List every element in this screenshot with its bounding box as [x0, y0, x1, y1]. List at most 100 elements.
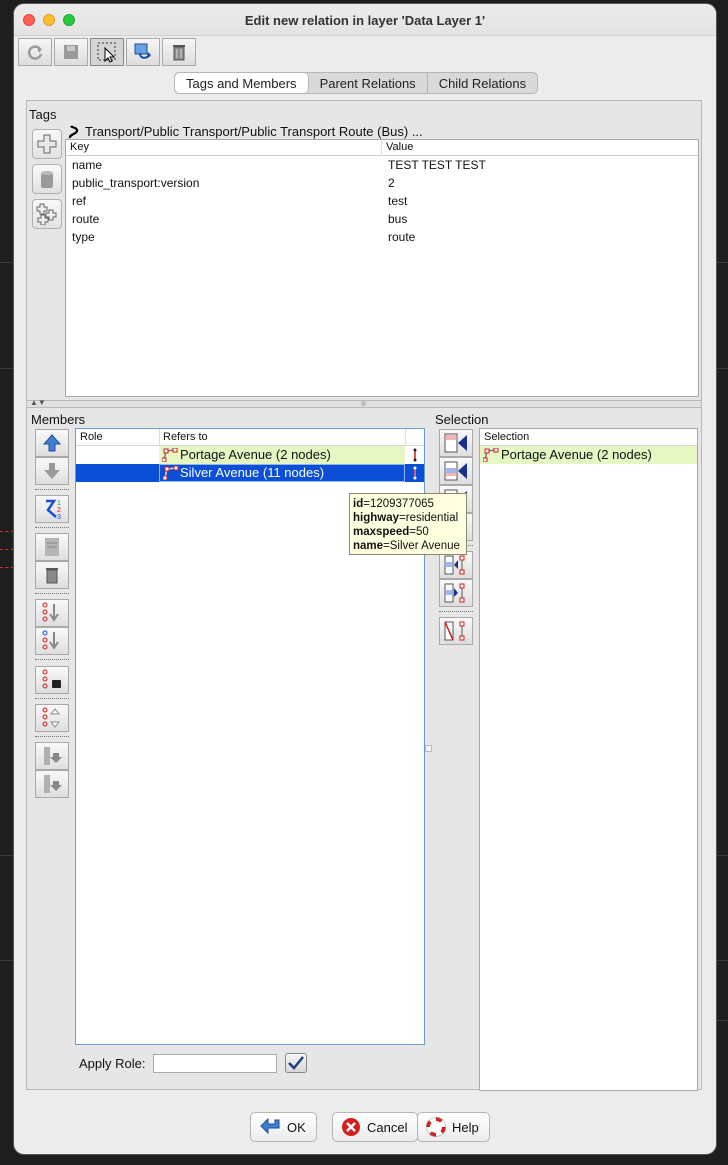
divider-grip-icon	[361, 401, 366, 406]
tag-row[interactable]: ref test	[66, 192, 698, 210]
member-role[interactable]	[76, 464, 159, 482]
sort-members-button[interactable]: 1 2 3	[35, 495, 69, 523]
member-row[interactable]: Silver Avenue (11 nodes)	[76, 464, 424, 482]
separator	[35, 593, 69, 594]
cancel-button[interactable]: Cancel	[332, 1112, 419, 1142]
edit-member-button[interactable]	[35, 533, 69, 561]
apply-role-row: Apply Role:	[79, 1053, 308, 1073]
selection-table[interactable]: Selection Portage Avenue (2 nodes)	[479, 428, 698, 1091]
tag-value[interactable]: 2	[388, 176, 395, 190]
select-members-in-selection-button[interactable]	[439, 551, 473, 579]
separator	[35, 659, 69, 660]
tags-and-members-panel: Tags Transport/Public Transport/Public T…	[26, 100, 702, 1091]
member-refers-to-cell[interactable]: Portage Avenue (2 nodes)	[159, 446, 405, 464]
tag-key[interactable]: type	[72, 230, 95, 244]
download-members-button[interactable]	[35, 599, 69, 627]
tag-value[interactable]: TEST TEST TEST	[388, 158, 486, 172]
help-label: Help	[452, 1119, 479, 1135]
download-incomplete-icon	[42, 630, 59, 650]
select-icon	[97, 42, 116, 63]
separator	[35, 736, 69, 737]
refresh-button[interactable]	[18, 38, 52, 66]
remove-selected-button[interactable]	[439, 617, 473, 645]
refresh-icon	[27, 45, 43, 60]
collapse-arrows-icon[interactable]: ▲▼	[30, 398, 46, 407]
separator	[439, 611, 473, 612]
tag-key[interactable]: name	[72, 158, 102, 172]
member-row[interactable]: Portage Avenue (2 nodes)	[76, 446, 424, 464]
move-up-button[interactable]	[35, 429, 69, 457]
window-title: Edit new relation in layer 'Data Layer 1…	[244, 13, 486, 28]
tag-row[interactable]: public_transport:version 2	[66, 174, 698, 192]
tab-tags-and-members[interactable]: Tags and Members	[175, 73, 309, 93]
title-bar: Edit new relation in layer 'Data Layer 1…	[14, 4, 716, 36]
background-line	[716, 1020, 728, 1021]
tag-key[interactable]: public_transport:version	[72, 176, 199, 190]
apply-role-button[interactable]	[285, 1053, 308, 1073]
delete-relation-button[interactable]	[162, 38, 196, 66]
tags-table[interactable]: Key Value name TEST TEST TEST public_tra…	[65, 139, 699, 397]
tag-value[interactable]: test	[388, 194, 407, 208]
background-line	[716, 855, 728, 856]
route-preset-icon	[68, 124, 79, 138]
move-to-end-button[interactable]	[35, 770, 69, 798]
value-column-header[interactable]: Value	[386, 141, 413, 153]
selection-row[interactable]: Portage Avenue (2 nodes)	[480, 446, 697, 464]
preset-link[interactable]: Transport/Public Transport/Public Transp…	[67, 124, 423, 139]
preset-label: Transport/Public Transport/Public Transp…	[85, 124, 423, 139]
remove-member-button[interactable]	[35, 561, 69, 589]
move-to-bottom-button[interactable]	[35, 742, 69, 770]
add-selected-at-start-button[interactable]	[439, 429, 473, 457]
dialog-button-bar: OK Cancel Help	[14, 1104, 716, 1154]
tag-value[interactable]: bus	[388, 212, 407, 226]
download-incomplete-button[interactable]	[35, 627, 69, 655]
tag-value[interactable]: route	[388, 230, 415, 244]
way-icon	[163, 466, 179, 480]
arrow-down-icon	[44, 463, 60, 479]
help-button[interactable]: Help	[417, 1112, 490, 1142]
member-linkage-cell	[405, 446, 424, 464]
zoom-to-relation-button[interactable]	[126, 38, 160, 66]
split-pane-divider[interactable]: ▲▼	[27, 398, 701, 408]
add-selected-before-button[interactable]	[439, 457, 473, 485]
member-role[interactable]	[76, 446, 159, 464]
tooltip-line: id=1209377065	[353, 498, 434, 510]
select-stops-button[interactable]	[35, 666, 69, 694]
key-column-header[interactable]: Key	[70, 141, 89, 153]
member-refers-to-cell[interactable]: Silver Avenue (11 nodes)	[159, 464, 405, 482]
arrow-up-icon	[42, 434, 62, 452]
checkmark-icon	[288, 1056, 305, 1070]
svg-text:3: 3	[57, 514, 61, 521]
splitter-grip-icon[interactable]	[425, 745, 432, 752]
tag-key[interactable]: route	[72, 212, 99, 226]
way-icon	[483, 448, 499, 462]
relation-editor-window: Edit new relation in layer 'Data Layer 1…	[14, 4, 716, 1154]
reverse-members-button[interactable]	[35, 704, 69, 732]
tab-child-relations[interactable]: Child Relations	[428, 73, 537, 93]
refers-to-column-header[interactable]: Refers to	[163, 431, 208, 443]
tag-key[interactable]: ref	[72, 194, 86, 208]
selection-section-label: Selection	[435, 412, 489, 427]
selection-column-header[interactable]: Selection	[484, 431, 529, 443]
paste-tags-button[interactable]	[32, 199, 62, 229]
ok-arrow-icon	[260, 1118, 280, 1135]
tag-row[interactable]: type route	[66, 228, 698, 246]
save-button[interactable]	[54, 38, 88, 66]
delete-tag-button[interactable]	[32, 164, 62, 194]
select-members-button[interactable]	[90, 38, 124, 66]
members-section-label: Members	[31, 412, 86, 427]
ok-button[interactable]: OK	[250, 1112, 317, 1142]
select-selection-in-members-button[interactable]	[439, 579, 473, 607]
linkage-icon	[413, 466, 417, 480]
role-input[interactable]	[153, 1053, 278, 1073]
tag-row[interactable]: name TEST TEST TEST	[66, 156, 698, 174]
cancel-label: Cancel	[367, 1119, 408, 1135]
role-column-header[interactable]: Role	[80, 431, 103, 443]
tags-section-label: Tags	[29, 107, 57, 122]
move-down-button[interactable]	[35, 457, 69, 485]
tooltip-line: highway=residential	[353, 512, 459, 524]
tab-parent-relations[interactable]: Parent Relations	[309, 73, 428, 93]
tag-row[interactable]: route bus	[66, 210, 698, 228]
add-at-start-icon	[444, 433, 467, 453]
add-tag-button[interactable]	[32, 129, 62, 159]
